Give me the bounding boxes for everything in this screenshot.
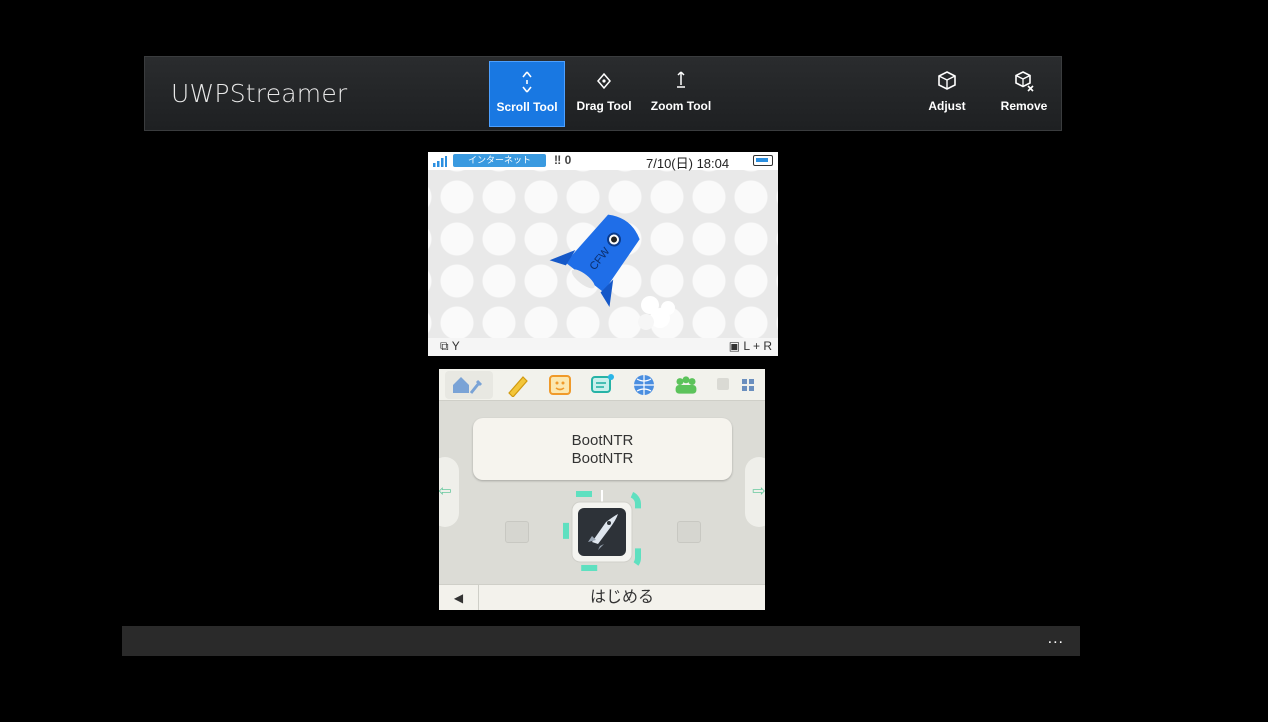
drag-tool-button[interactable]: Drag Tool <box>566 61 642 127</box>
y-button-label: Y <box>451 339 460 353</box>
home-settings-tab[interactable] <box>445 371 493 399</box>
grid-view-icon[interactable] <box>741 378 755 392</box>
status-bar: インターネット ‼ 0 7/10(日) 18:04 <box>428 152 778 171</box>
scroll-tool-label: Scroll Tool <box>496 100 558 114</box>
home-menu-topbar <box>439 369 765 401</box>
notifications-icon[interactable] <box>589 373 615 397</box>
start-button[interactable]: はじめる <box>479 585 765 610</box>
empty-app-slot[interactable] <box>505 521 529 543</box>
adjust-button[interactable]: Adjust <box>909 61 985 127</box>
friend-list-icon[interactable] <box>673 373 699 397</box>
start-bar: ◀ はじめる <box>439 584 765 610</box>
zoom-icon <box>677 71 685 88</box>
adjust-icon <box>938 71 956 90</box>
app-title: UWPStreamer <box>171 79 348 108</box>
app-title-line2: BootNTR <box>571 450 634 467</box>
browser-icon[interactable] <box>631 373 657 397</box>
screenshot-icon: ▣ <box>728 339 741 353</box>
scroll-right-arrow[interactable]: ⇨ <box>745 457 765 527</box>
empty-app-slot[interactable] <box>677 521 701 543</box>
stream-bottom-screen[interactable]: BootNTR BootNTR ⇦ ⇨ ◀ はじめる <box>439 369 765 610</box>
miiverse-icon[interactable] <box>547 373 573 397</box>
view-toggle-single[interactable] <box>717 378 729 390</box>
app-title-line1: BootNTR <box>571 432 634 449</box>
bottom-app-bar: ... <box>122 626 1080 656</box>
more-options-button[interactable]: ... <box>1048 630 1064 648</box>
screenshot-hint: ▣ L + R <box>729 339 772 353</box>
zoom-tool-button[interactable]: Zoom Tool <box>643 61 719 127</box>
bootntr-app-icon[interactable] <box>562 490 642 572</box>
adjust-label: Adjust <box>928 99 966 113</box>
remove-button[interactable]: Remove <box>986 61 1062 127</box>
zoom-tool-label: Zoom Tool <box>650 99 712 113</box>
scroll-tool-button[interactable]: Scroll Tool <box>489 61 565 127</box>
home-settings-icon <box>453 377 483 394</box>
step-count: 0 <box>564 153 572 167</box>
signal-icon <box>433 156 447 167</box>
drag-tool-label: Drag Tool <box>576 99 632 113</box>
remove-icon <box>1015 71 1034 92</box>
network-badge: インターネット <box>453 154 546 167</box>
date-time: 7/10(日) 18:04 <box>646 156 730 171</box>
bottom-hint-bar: ⧉ Y ▣ L + R <box>428 338 778 356</box>
camera-icon: ⧉ <box>440 339 449 353</box>
lr-button-label: L + R <box>743 339 772 353</box>
footsteps-icon: ‼ <box>554 153 562 167</box>
camera-hint: ⧉ Y <box>440 339 460 354</box>
app-title-card: BootNTR BootNTR <box>473 418 732 480</box>
stream-top-screen[interactable]: インターネット ‼ 0 7/10(日) 18:04 CFW ⧉ Y ▣ L + … <box>428 152 778 356</box>
toolbar: UWPStreamer Scroll Tool Drag Tool Zoom T… <box>144 56 1062 131</box>
step-counter: ‼ 0 <box>554 153 571 167</box>
drag-icon <box>597 72 611 90</box>
scroll-icon <box>522 71 532 93</box>
back-button[interactable]: ◀ <box>439 585 479 610</box>
remove-label: Remove <box>1000 99 1048 113</box>
scroll-left-arrow[interactable]: ⇦ <box>439 457 459 527</box>
battery-icon <box>753 155 773 166</box>
rocket-icon: CFW <box>549 214 675 330</box>
game-notes-icon[interactable] <box>505 373 531 397</box>
